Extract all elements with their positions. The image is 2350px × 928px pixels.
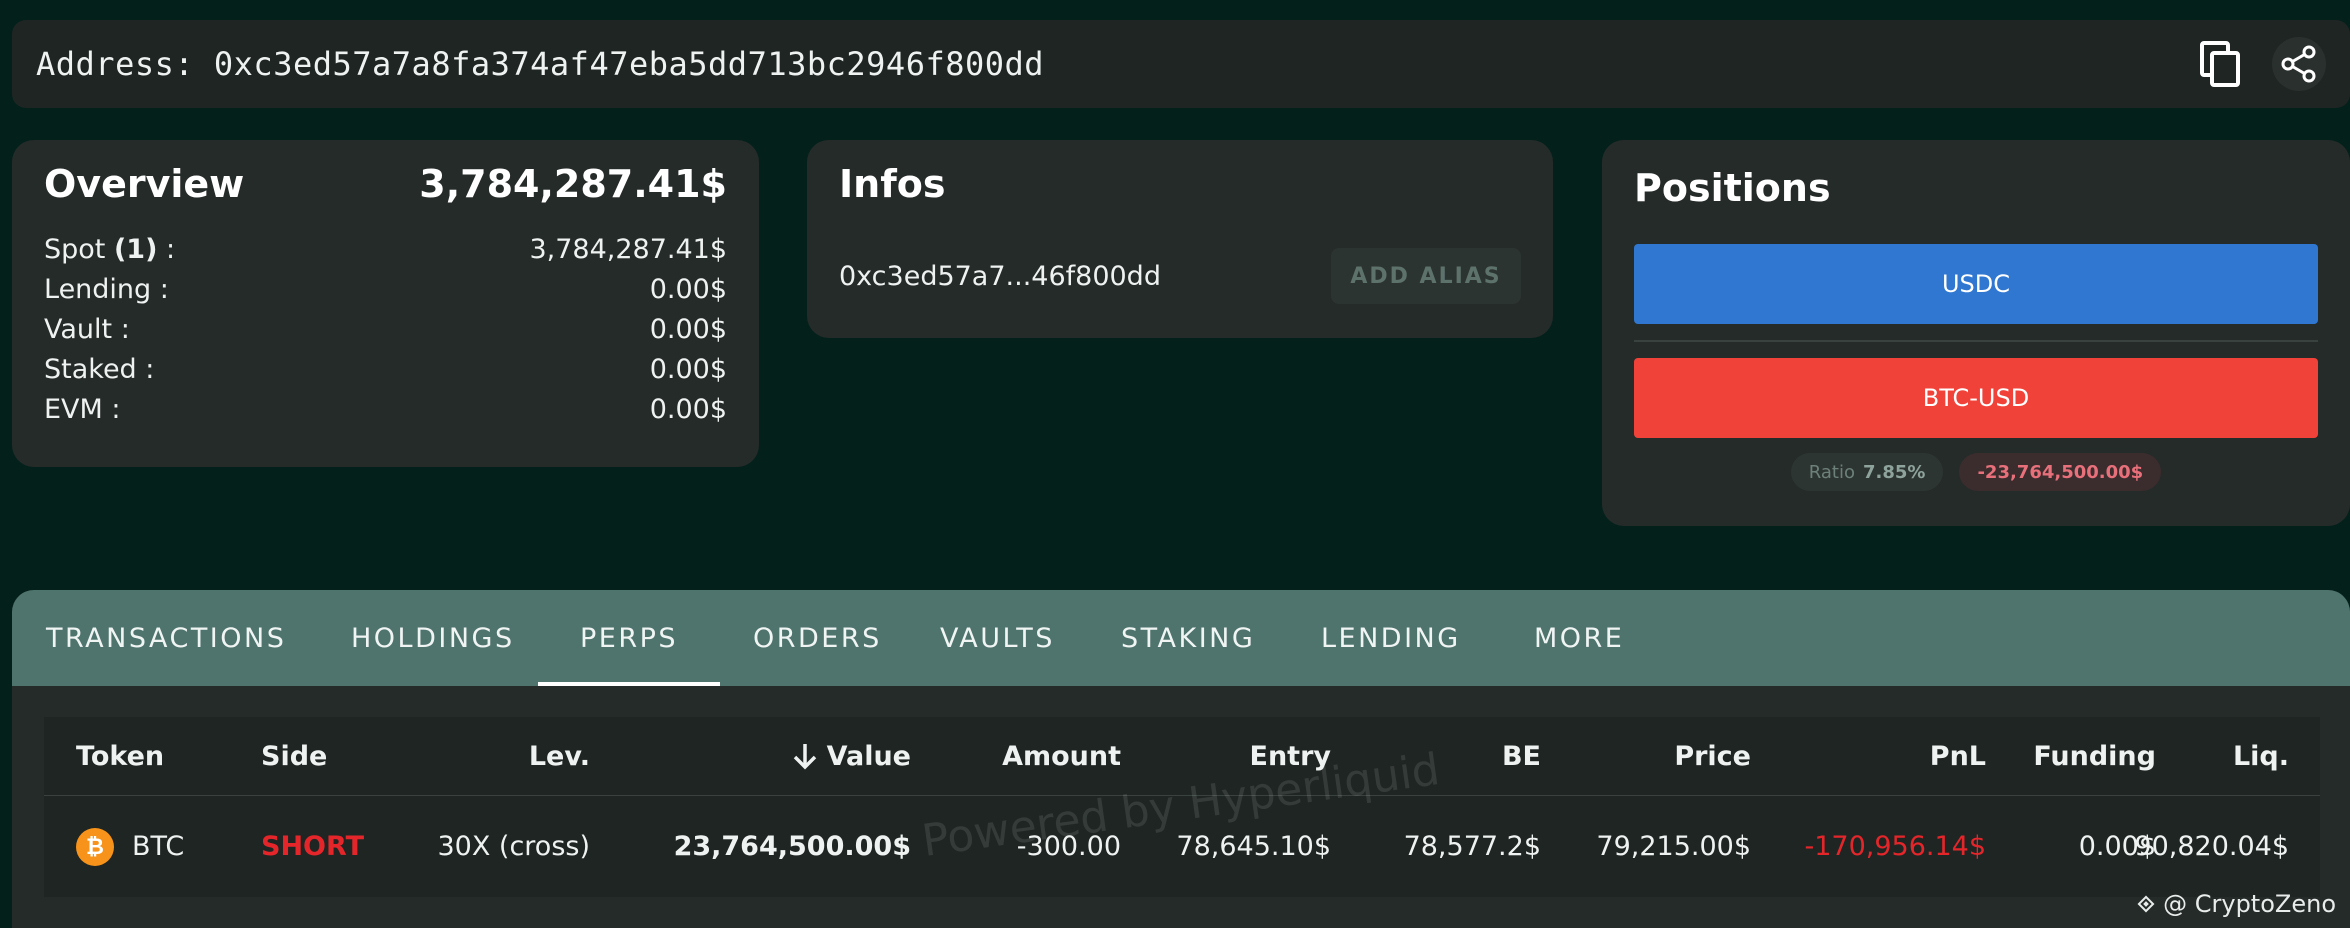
overview-row-vault: Vault : 0.00$ (44, 310, 727, 350)
cell-pnl: -170,956.14$ (1804, 831, 1986, 862)
cell-token: ₿ BTC (76, 796, 184, 897)
cell-liq: 90,820.04$ (2134, 831, 2289, 862)
overview-label: Spot (1) : (44, 230, 175, 270)
infos-row: 0xc3ed57a7...46f800dd ADD ALIAS (839, 248, 1521, 304)
positions-chips: Ratio 7.85% -23,764,500.00$ (1602, 453, 2350, 491)
overview-value: 0.00$ (649, 274, 727, 305)
cell-value: 23,764,500.00$ (673, 831, 911, 862)
address-actions (2194, 37, 2326, 91)
tab-orders[interactable]: ORDERS (753, 590, 882, 686)
credit-text: @ CryptoZeno (2163, 890, 2336, 918)
overview-value: 0.00$ (649, 314, 727, 345)
header-funding[interactable]: Funding (2033, 717, 2156, 795)
position-bar-btc-usd[interactable]: BTC-USD (1634, 358, 2318, 438)
header-value-sort[interactable]: Value (791, 717, 911, 795)
positions-title: Positions (1634, 166, 1831, 210)
header-value: Value (826, 740, 911, 772)
overview-value: 0.00$ (649, 394, 727, 425)
cell-lev: 30X (cross) (437, 831, 590, 862)
bitcoin-icon: ₿ (76, 827, 114, 866)
header-price[interactable]: Price (1674, 717, 1751, 795)
add-alias-button[interactable]: ADD ALIAS (1331, 248, 1521, 304)
table-row[interactable]: ₿ BTC SHORT 30X (cross) 23,764,500.00$ -… (44, 796, 2320, 897)
token-name: BTC (132, 831, 185, 862)
cell-side: SHORT (261, 831, 364, 862)
arrow-down-icon (793, 744, 816, 770)
header-lev[interactable]: Lev. (529, 717, 590, 795)
table-header-row: Token Side Lev. Value Amount Entry BE Pr… (44, 717, 2320, 796)
cell-amount: -300.00 (1016, 831, 1121, 862)
overview-row-evm: EVM : 0.00$ (44, 390, 727, 430)
tab-staking[interactable]: STAKING (1121, 590, 1255, 686)
overview-row-spot: Spot (1) : 3,784,287.41$ (44, 230, 727, 270)
header-be[interactable]: BE (1502, 717, 1541, 795)
cell-entry: 78,645.10$ (1176, 831, 1331, 862)
ratio-value: 7.85% (1863, 461, 1926, 483)
share-button[interactable] (2272, 37, 2326, 91)
tab-vaults[interactable]: VAULTS (940, 590, 1055, 686)
overview-card: Overview 3,784,287.41$ Spot (1) : 3,784,… (12, 140, 759, 467)
tab-holdings[interactable]: HOLDINGS (351, 590, 515, 686)
overview-label: Staked : (44, 354, 155, 385)
credit: @ CryptoZeno (2135, 890, 2336, 918)
copy-button[interactable] (2194, 37, 2248, 91)
address-bar: Address: 0xc3ed57a7a8fa374af47eba5dd713b… (12, 20, 2350, 108)
header-token[interactable]: Token (76, 717, 164, 795)
spot-label: Spot (44, 234, 114, 265)
header-amount[interactable]: Amount (1002, 717, 1121, 795)
infos-title: Infos (839, 162, 946, 206)
positions-divider (1634, 340, 2318, 342)
overview-total: 3,784,287.41$ (419, 162, 727, 206)
perps-table: Token Side Lev. Value Amount Entry BE Pr… (44, 717, 2320, 897)
diamond-logo-icon (2137, 895, 2155, 913)
overview-header: Overview 3,784,287.41$ (44, 162, 727, 206)
net-value-chip: -23,764,500.00$ (1959, 453, 2162, 491)
short-address: 0xc3ed57a7...46f800dd (839, 260, 1161, 292)
overview-row-lending: Lending : 0.00$ (44, 270, 727, 310)
spot-count: (1) (113, 234, 158, 265)
header-liq[interactable]: Liq. (2233, 717, 2289, 795)
overview-value: 0.00$ (649, 354, 727, 385)
header-side[interactable]: Side (261, 717, 327, 795)
ratio-chip: Ratio 7.85% (1790, 453, 1944, 491)
header-pnl[interactable]: PnL (1930, 717, 1986, 795)
page: Address: 0xc3ed57a7a8fa374af47eba5dd713b… (0, 0, 2350, 928)
tabs-panel: TRANSACTIONS HOLDINGS PERPS ORDERS VAULT… (12, 590, 2350, 928)
cell-price: 79,215.00$ (1596, 831, 1751, 862)
infos-card: Infos 0xc3ed57a7...46f800dd ADD ALIAS (807, 140, 1553, 338)
tab-transactions[interactable]: TRANSACTIONS (46, 590, 286, 686)
tab-perps[interactable]: PERPS (537, 590, 721, 686)
tab-lending[interactable]: LENDING (1321, 590, 1461, 686)
overview-label: EVM : (44, 394, 121, 425)
overview-value: 3,784,287.41$ (529, 234, 727, 265)
ratio-label: Ratio (1808, 461, 1855, 483)
positions-card: Positions USDC BTC-USD Ratio 7.85% -23,7… (1602, 140, 2350, 526)
tab-more[interactable]: MORE (1534, 590, 1624, 686)
overview-rows: Spot (1) : 3,784,287.41$ Lending : 0.00$… (44, 230, 727, 430)
spot-label-colon: : (157, 234, 176, 265)
position-bar-usdc[interactable]: USDC (1634, 244, 2318, 324)
tab-bar: TRANSACTIONS HOLDINGS PERPS ORDERS VAULT… (12, 590, 2350, 686)
share-icon (2281, 45, 2316, 83)
address-text: Address: 0xc3ed57a7a8fa374af47eba5dd713b… (36, 45, 1045, 83)
header-entry[interactable]: Entry (1250, 717, 1332, 795)
overview-label: Lending : (44, 274, 169, 305)
overview-title: Overview (44, 162, 245, 206)
cell-be: 78,577.2$ (1403, 831, 1541, 862)
overview-row-staked: Staked : 0.00$ (44, 350, 727, 390)
copy-icon (2200, 41, 2240, 87)
overview-label: Vault : (44, 314, 130, 345)
